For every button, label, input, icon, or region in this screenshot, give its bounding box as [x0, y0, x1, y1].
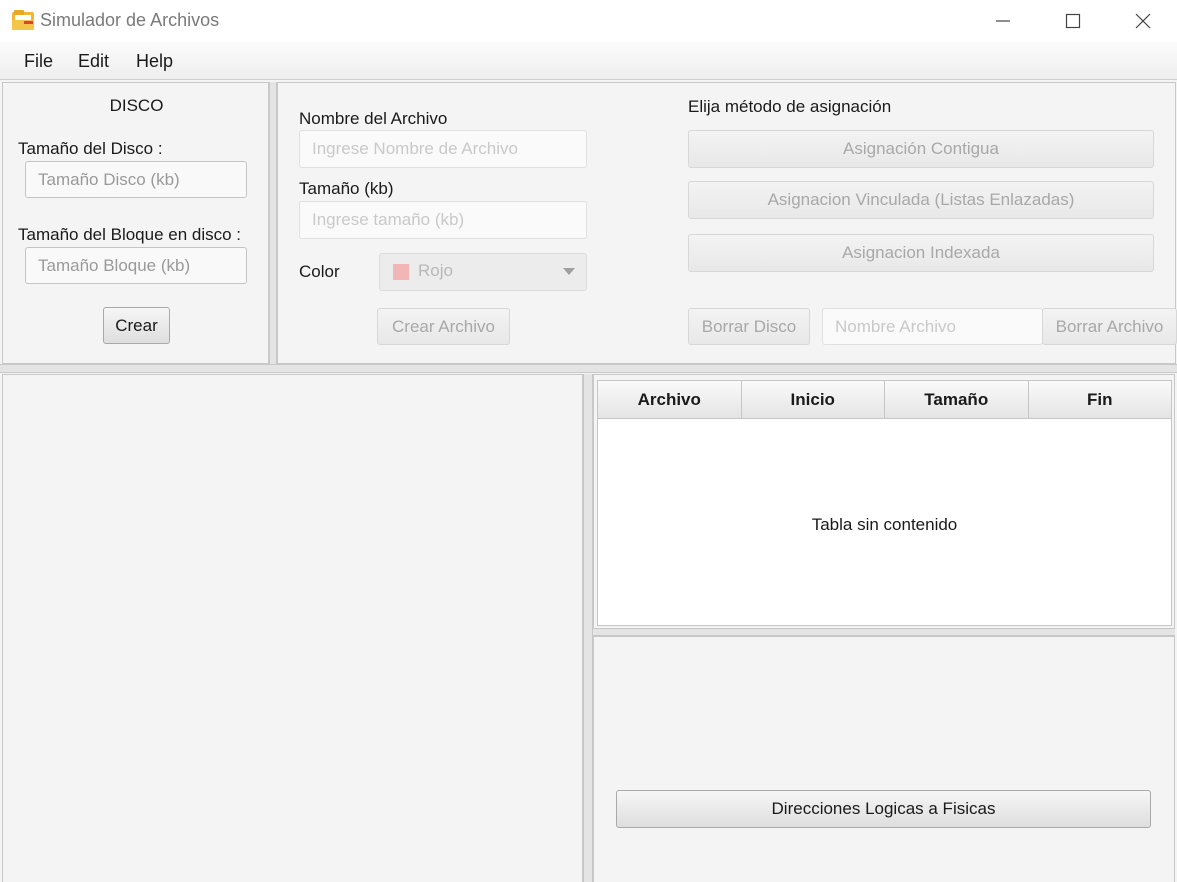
file-name-label: Nombre del Archivo	[299, 109, 448, 128]
close-icon	[1135, 13, 1151, 29]
disk-panel: DISCO Tamaño del Disco : Tamaño del Bloq…	[2, 82, 269, 364]
indexed-allocation-button[interactable]: Asignacion Indexada	[688, 234, 1154, 272]
file-panel: Nombre del Archivo Tamaño (kb) Color Roj…	[277, 82, 1177, 364]
color-label: Color	[299, 262, 340, 281]
split-divider-right[interactable]	[593, 628, 1175, 636]
block-size-label: Tamaño del Bloque en disco :	[18, 225, 242, 244]
disk-panel-title: DISCO	[109, 96, 164, 115]
maximize-button[interactable]	[1050, 0, 1096, 42]
split-divider-horizontal[interactable]	[0, 364, 1177, 373]
linked-allocation-button[interactable]: Asignacion Vinculada (Listas Enlazadas)	[688, 181, 1154, 219]
split-divider-top[interactable]	[269, 82, 277, 364]
file-size-label: Tamaño (kb)	[299, 179, 394, 198]
table-empty-message: Tabla sin contenido	[811, 515, 958, 534]
delete-disk-button[interactable]: Borrar Disco	[688, 308, 810, 345]
column-header-inicio[interactable]: Inicio	[741, 381, 885, 419]
minimize-icon	[996, 20, 1010, 22]
disk-view-panel	[2, 374, 583, 882]
column-header-fin[interactable]: Fin	[1028, 381, 1171, 419]
window-title: Simulador de Archivos	[40, 10, 220, 30]
file-name-input[interactable]	[299, 130, 587, 168]
maximize-icon	[1065, 13, 1081, 29]
contiguous-allocation-button[interactable]: Asignación Contigua	[688, 130, 1154, 168]
menu-help[interactable]: Help	[136, 51, 173, 72]
menu-edit[interactable]: Edit	[78, 51, 109, 72]
column-header-tamano[interactable]: Tamaño	[885, 381, 1029, 419]
chevron-down-icon	[563, 268, 575, 275]
create-disk-button[interactable]: Crear	[103, 307, 170, 344]
delete-file-button[interactable]: Borrar Archivo	[1042, 308, 1177, 345]
allocation-title: Elija método de asignación	[688, 97, 892, 116]
table-header: Archivo Inicio Tamaño Fin	[598, 381, 1171, 419]
color-swatch	[393, 264, 409, 280]
color-select-value: Rojo	[418, 261, 453, 280]
disk-size-input[interactable]	[25, 161, 247, 198]
title-bar: Simulador de Archivos	[0, 0, 1177, 42]
block-size-input[interactable]	[25, 247, 247, 284]
folder-icon	[11, 9, 35, 31]
file-size-input[interactable]	[299, 201, 587, 239]
split-divider-bottom[interactable]	[583, 374, 593, 882]
delete-file-name-input[interactable]	[822, 308, 1043, 345]
files-table-panel: Archivo Inicio Tamaño Fin Tabla sin cont…	[593, 374, 1175, 630]
column-header-archivo[interactable]: Archivo	[598, 381, 742, 419]
disk-size-label: Tamaño del Disco :	[18, 139, 163, 158]
menu-file[interactable]: File	[24, 51, 53, 72]
menu-bar: File Edit Help	[0, 42, 1177, 80]
color-select[interactable]: Rojo	[379, 253, 587, 291]
minimize-button[interactable]	[980, 0, 1026, 42]
files-table[interactable]: Archivo Inicio Tamaño Fin Tabla sin cont…	[597, 380, 1172, 626]
close-button[interactable]	[1120, 0, 1166, 42]
logical-to-physical-button[interactable]: Direcciones Logicas a Fisicas	[616, 790, 1151, 828]
logical-address-panel: Direcciones Logicas a Fisicas	[593, 636, 1175, 882]
create-file-button[interactable]: Crear Archivo	[377, 308, 510, 345]
